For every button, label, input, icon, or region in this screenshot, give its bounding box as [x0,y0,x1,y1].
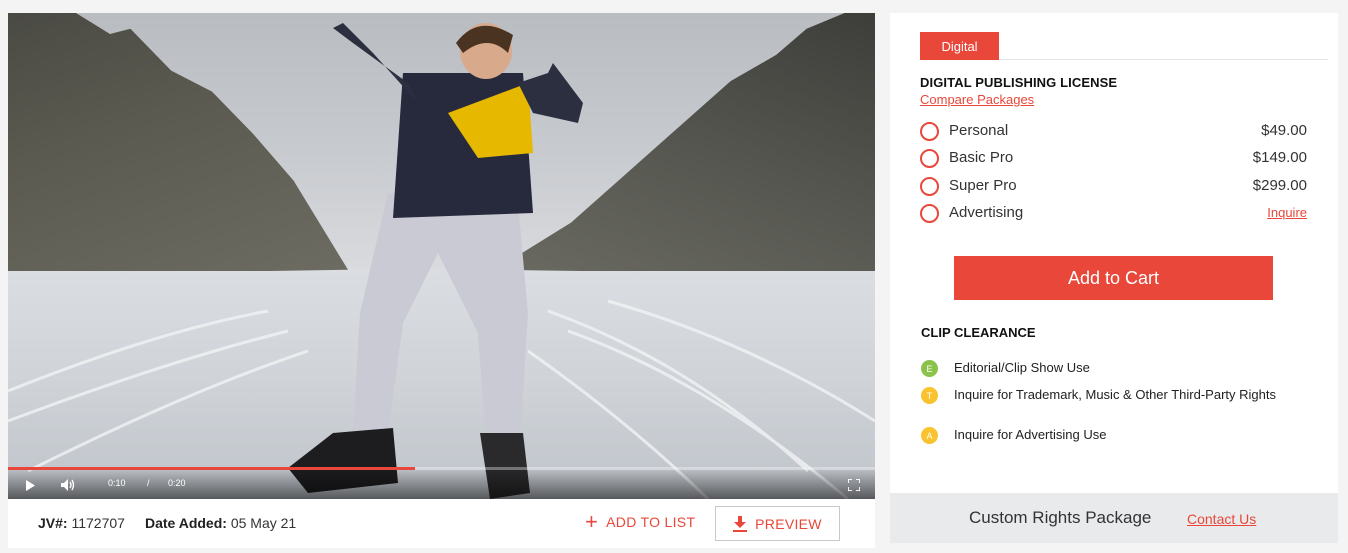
duration-time: 0:20 [168,478,186,488]
custom-rights-bar: Custom Rights Package Contact Us [890,493,1338,543]
volume-icon [61,479,75,491]
option-label: Basic Pro [949,149,1014,166]
option-label: Advertising [949,204,1024,221]
advertising-badge-icon: A [921,427,938,444]
clip-meta-bar: JV#: 1172707 Date Added: 05 May 21 + ADD… [8,499,875,548]
tab-digital[interactable]: Digital [920,32,999,60]
video-card: 0:10 / 0:20 JV#: 1172707 Date Added: 05 … [8,13,875,548]
radio-personal[interactable] [920,122,939,141]
option-label: Super Pro [949,177,1017,194]
license-option-super-pro[interactable]: Super Pro $299.00 [920,175,1307,197]
add-to-cart-button[interactable]: Add to Cart [954,256,1273,300]
clearance-text: Inquire for Advertising Use [954,427,1107,442]
radio-super-pro[interactable] [920,177,939,196]
fullscreen-icon [848,479,860,491]
radio-basic-pro[interactable] [920,149,939,168]
fullscreen-button[interactable] [846,477,862,493]
license-panel: Digital DIGITAL PUBLISHING LICENSE Compa… [890,13,1338,493]
video-progress-track[interactable] [8,467,875,470]
option-price: $49.00 [1261,122,1307,139]
plus-icon: + [585,509,599,534]
play-button[interactable] [22,477,38,493]
contact-us-link[interactable]: Contact Us [1187,511,1256,527]
inquire-link[interactable]: Inquire [1267,205,1307,220]
clip-clearance-title: CLIP CLEARANCE [921,325,1036,340]
download-icon [733,515,748,532]
license-option-personal[interactable]: Personal $49.00 [920,120,1307,142]
clearance-text: Inquire for Trademark, Music & Other Thi… [954,387,1276,402]
license-title: DIGITAL PUBLISHING LICENSE [920,75,1118,90]
time-separator: / [147,478,150,488]
preview-label: PREVIEW [755,515,822,532]
clip-id: JV#: 1172707 [38,515,125,531]
option-label: Personal [949,122,1009,139]
custom-rights-label: Custom Rights Package [969,508,1152,527]
video-progress-fill [8,467,416,470]
video-frame-skater [288,23,583,499]
current-time: 0:10 [108,478,126,488]
option-price: $149.00 [1252,149,1307,166]
add-to-list-label: ADD TO LIST [606,514,696,530]
clip-id-label: JV#: [38,515,68,531]
volume-button[interactable] [60,477,76,493]
video-controls: 0:10 / 0:20 [8,467,875,499]
license-option-advertising[interactable]: Advertising Inquire [920,202,1307,224]
clearance-text: Editorial/Clip Show Use [954,360,1090,375]
add-to-list-button[interactable]: + ADD TO LIST [585,509,696,534]
radio-advertising[interactable] [920,204,939,223]
video-player[interactable]: 0:10 / 0:20 [8,13,875,499]
play-icon [26,479,35,491]
clip-id-value: 1172707 [71,515,125,531]
date-added-label: Date Added: [145,515,227,531]
date-added: Date Added: 05 May 21 [145,515,296,531]
editorial-badge-icon: E [921,360,938,377]
license-tabs: Digital [920,32,1328,60]
preview-button[interactable]: PREVIEW [715,506,840,541]
compare-packages-link[interactable]: Compare Packages [920,92,1034,107]
date-added-value: 05 May 21 [230,515,297,531]
trademark-badge-icon: T [921,387,938,404]
option-price: $299.00 [1252,177,1307,194]
license-option-basic-pro[interactable]: Basic Pro $149.00 [920,147,1307,169]
